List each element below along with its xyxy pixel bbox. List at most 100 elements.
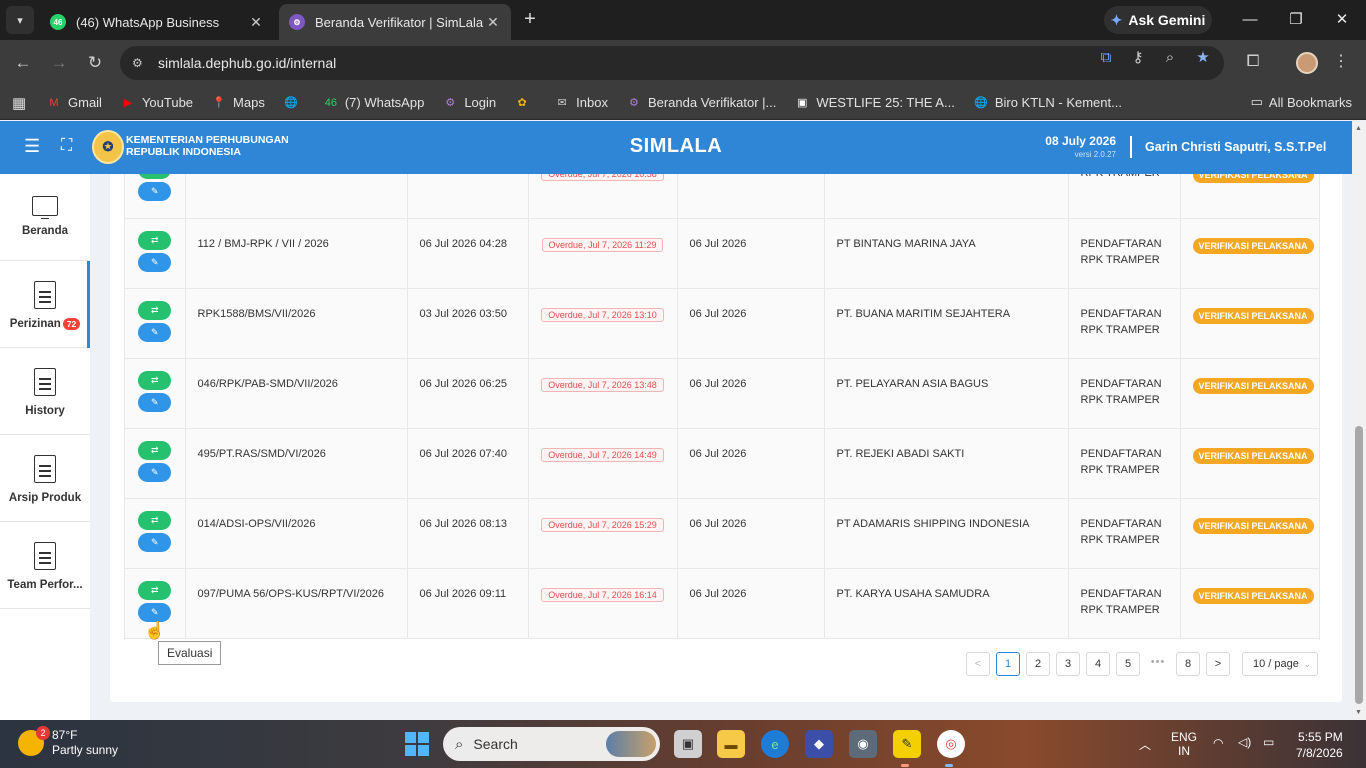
disposisi-button[interactable]: ⇄ [138, 174, 172, 179]
fullscreen-icon[interactable]: ⛶ [61, 137, 72, 155]
edge-icon[interactable]: e [761, 730, 789, 758]
clock-date: 7/8/2026 [1296, 746, 1343, 760]
zoom-icon[interactable]: ⌕ [1160, 49, 1180, 67]
browser-tab-bar: ▾ 46 (46) WhatsApp Business ✕ ⚙ Beranda … [0, 0, 1366, 40]
evaluasi-button[interactable]: ✎ [138, 252, 172, 272]
bookmark-star-icon[interactable]: ★ [1193, 49, 1213, 67]
bookmark-item[interactable]: ⚙ Beranda Verifikator |... [626, 95, 776, 111]
scroll-down-icon[interactable]: ▼ [1355, 709, 1362, 716]
next-page-button[interactable]: > [1206, 652, 1230, 676]
bookmark-item[interactable]: 46 (7) WhatsApp [323, 95, 425, 111]
page-2-button[interactable]: 2 [1026, 652, 1050, 676]
site-info-icon[interactable]: ⚙ [132, 56, 150, 70]
all-bookmarks-button[interactable]: ▭ All Bookmarks [1251, 94, 1352, 110]
bookmark-item[interactable]: 🌐 [283, 95, 305, 111]
bookmark-item[interactable]: M Gmail [46, 95, 102, 111]
volume-icon[interactable]: ◁) [1238, 735, 1251, 749]
extensions-icon[interactable]: ⧠ [1242, 51, 1264, 73]
sidebar-item-perizinan[interactable]: Perizinan 72 [0, 261, 90, 348]
bookmark-item[interactable]: ✿ [514, 95, 536, 111]
install-app-icon[interactable]: ⧉ [1096, 49, 1116, 67]
language-indicator[interactable]: ENG IN [1171, 730, 1197, 758]
search-placeholder: Search [473, 736, 518, 752]
tanggal-surat-cell: 03 Jul 2026 03:50 [407, 288, 529, 359]
action-cell: ⇄✎ [125, 218, 186, 289]
password-key-icon[interactable]: ⚷ [1128, 49, 1148, 67]
bookmark-icon: ✿ [517, 97, 527, 109]
camera-icon[interactable]: ◉ [849, 730, 877, 758]
user-name[interactable]: Garin Christi Saputri, S.S.T.Pel [1145, 140, 1326, 154]
evaluasi-button[interactable]: ✎ [138, 602, 172, 622]
sidebar-item-team-performance[interactable]: Team Perfor... [0, 522, 90, 609]
taskbar-search[interactable]: ⌕ Search [443, 727, 660, 761]
disposisi-button[interactable]: ⇄ [138, 440, 172, 460]
evaluasi-button[interactable]: ✎ [138, 392, 172, 412]
weather-widget[interactable]: 2 87°F Partly sunny [18, 726, 118, 758]
perusahaan-cell: PT ADAMARIS SHIPPING INDONESIA [824, 498, 1069, 569]
back-button[interactable]: ← [11, 51, 35, 75]
sidebar-item-history[interactable]: History [0, 348, 90, 435]
overdue-badge: Overdue, Jul 7, 2026 14:49 [541, 447, 664, 462]
reload-button[interactable]: ↻ [83, 51, 107, 75]
evaluasi-button[interactable]: ✎ [138, 532, 172, 552]
page-4-button[interactable]: 4 [1086, 652, 1110, 676]
chrome-icon[interactable]: ◎ [937, 730, 965, 758]
tab-whatsapp-business[interactable]: 46 (46) WhatsApp Business ✕ [40, 4, 274, 40]
prev-page-button[interactable]: < [966, 652, 990, 676]
forward-button[interactable]: → [47, 51, 71, 75]
page-size-select[interactable]: 10 / page ⌄ [1242, 652, 1318, 676]
evaluasi-button[interactable]: ✎ [138, 462, 172, 482]
disposisi-button[interactable]: ⇄ [138, 510, 172, 530]
page-5-button[interactable]: 5 [1116, 652, 1140, 676]
new-tab-button[interactable]: + [519, 9, 541, 31]
tanggal-surat-cell: 06 Jul 2026 08:13 [407, 498, 529, 569]
close-window-button[interactable]: ✕ [1330, 8, 1354, 32]
url-bar[interactable]: ⚙ simlala.dephub.go.id/internal [120, 46, 1224, 80]
page-last-button[interactable]: 8 [1176, 652, 1200, 676]
evaluasi-button[interactable]: ✎ [138, 182, 172, 201]
bookmark-item[interactable]: ▣ WESTLIFE 25: THE A... [794, 95, 955, 111]
scroll-thumb[interactable] [1355, 426, 1363, 704]
bookmark-icon: 🌐 [283, 97, 298, 109]
sidebar-item-arsip-produk[interactable]: Arsip Produk [0, 435, 90, 522]
disposisi-button[interactable]: ⇄ [138, 300, 172, 320]
battery-icon[interactable]: ▭ [1263, 735, 1274, 749]
close-tab-icon[interactable]: ✕ [248, 14, 264, 31]
bookmark-item[interactable]: ⚙ Login [442, 95, 496, 111]
restore-button[interactable]: ❐ [1284, 8, 1308, 32]
bookmark-item[interactable]: ▶ YouTube [120, 95, 193, 111]
action-cell: ⇄✎ [125, 358, 186, 429]
sticky-notes-icon[interactable]: ✎ [893, 730, 921, 758]
tab-search-button[interactable]: ▾ [6, 6, 34, 34]
ask-gemini-button[interactable]: ✦ Ask Gemini [1104, 6, 1212, 34]
bookmark-item[interactable]: ✉ Inbox [554, 95, 608, 111]
close-tab-icon[interactable]: ✕ [485, 14, 501, 31]
page-1-button[interactable]: 1 [996, 652, 1020, 676]
tab-simlala[interactable]: ⚙ Beranda Verifikator | SimLala ✕ [279, 4, 511, 40]
url-text: simlala.dephub.go.id/internal [158, 55, 337, 71]
page-scrollbar[interactable]: ▲ ▼ [1352, 121, 1366, 720]
bookmark-item[interactable]: 🌐 Biro KTLN - Kement... [973, 95, 1122, 111]
disposisi-button[interactable]: ⇄ [138, 370, 172, 390]
disposisi-button[interactable]: ⇄ [138, 580, 172, 600]
page-ellipsis[interactable]: ••• [1146, 656, 1170, 668]
profile-avatar[interactable] [1296, 52, 1318, 74]
sidebar-item-beranda[interactable]: Beranda [0, 174, 90, 261]
bookmark-item[interactable]: 📍 Maps [211, 95, 265, 111]
tray-chevron-icon[interactable]: ︿ [1139, 736, 1151, 753]
taskbar-clock[interactable]: 5:55 PM 7/8/2026 [1296, 729, 1343, 761]
minimize-button[interactable]: — [1238, 8, 1262, 32]
chrome-menu-icon[interactable]: ⋮ [1330, 51, 1352, 73]
wifi-icon[interactable]: ◠ [1213, 736, 1223, 750]
due-cell: Overdue, Jul 7, 2026 15:29 [528, 498, 678, 569]
page-3-button[interactable]: 3 [1056, 652, 1080, 676]
copilot-icon[interactable]: ◆ [805, 730, 833, 758]
scroll-up-icon[interactable]: ▲ [1355, 125, 1362, 132]
menu-icon[interactable]: ☰ [24, 137, 42, 155]
apps-grid-icon[interactable]: ▦ [12, 94, 30, 112]
start-button[interactable] [405, 732, 429, 756]
disposisi-button[interactable]: ⇄ [138, 230, 172, 250]
file-explorer-icon[interactable]: ▬ [717, 730, 745, 758]
evaluasi-button[interactable]: ✎ [138, 322, 172, 342]
task-view-icon[interactable]: ▣ [674, 730, 702, 758]
